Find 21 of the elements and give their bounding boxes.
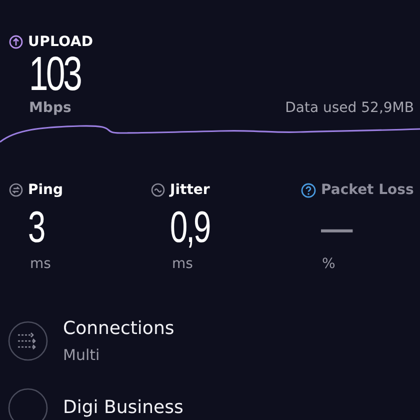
upload-label: UPLOAD	[28, 34, 94, 50]
help-icon[interactable]	[301, 182, 316, 198]
upload-speed: 103	[29, 50, 80, 100]
speed-unit: Mbps	[29, 100, 72, 116]
metric-value: 0,9	[170, 204, 210, 252]
metric-label: Jitter	[170, 182, 210, 198]
connections-icon[interactable]	[8, 321, 48, 361]
setting-title: Digi Business	[63, 397, 184, 419]
metric-unit: ms	[172, 256, 193, 272]
metric-unit: %	[322, 256, 336, 272]
metric-label: Ping	[28, 182, 64, 198]
ping-icon	[9, 183, 23, 197]
metric-label: Packet Loss	[321, 182, 414, 198]
jitter-icon	[151, 183, 165, 197]
metric-unit: ms	[30, 256, 51, 272]
metric-value: —	[321, 204, 352, 252]
upload-icon	[9, 35, 23, 49]
metric-value: 3	[28, 204, 44, 252]
data-used: Data used 52,9MB	[285, 100, 414, 116]
setting-value: Multi	[63, 346, 101, 364]
setting-title: Connections	[63, 318, 174, 340]
